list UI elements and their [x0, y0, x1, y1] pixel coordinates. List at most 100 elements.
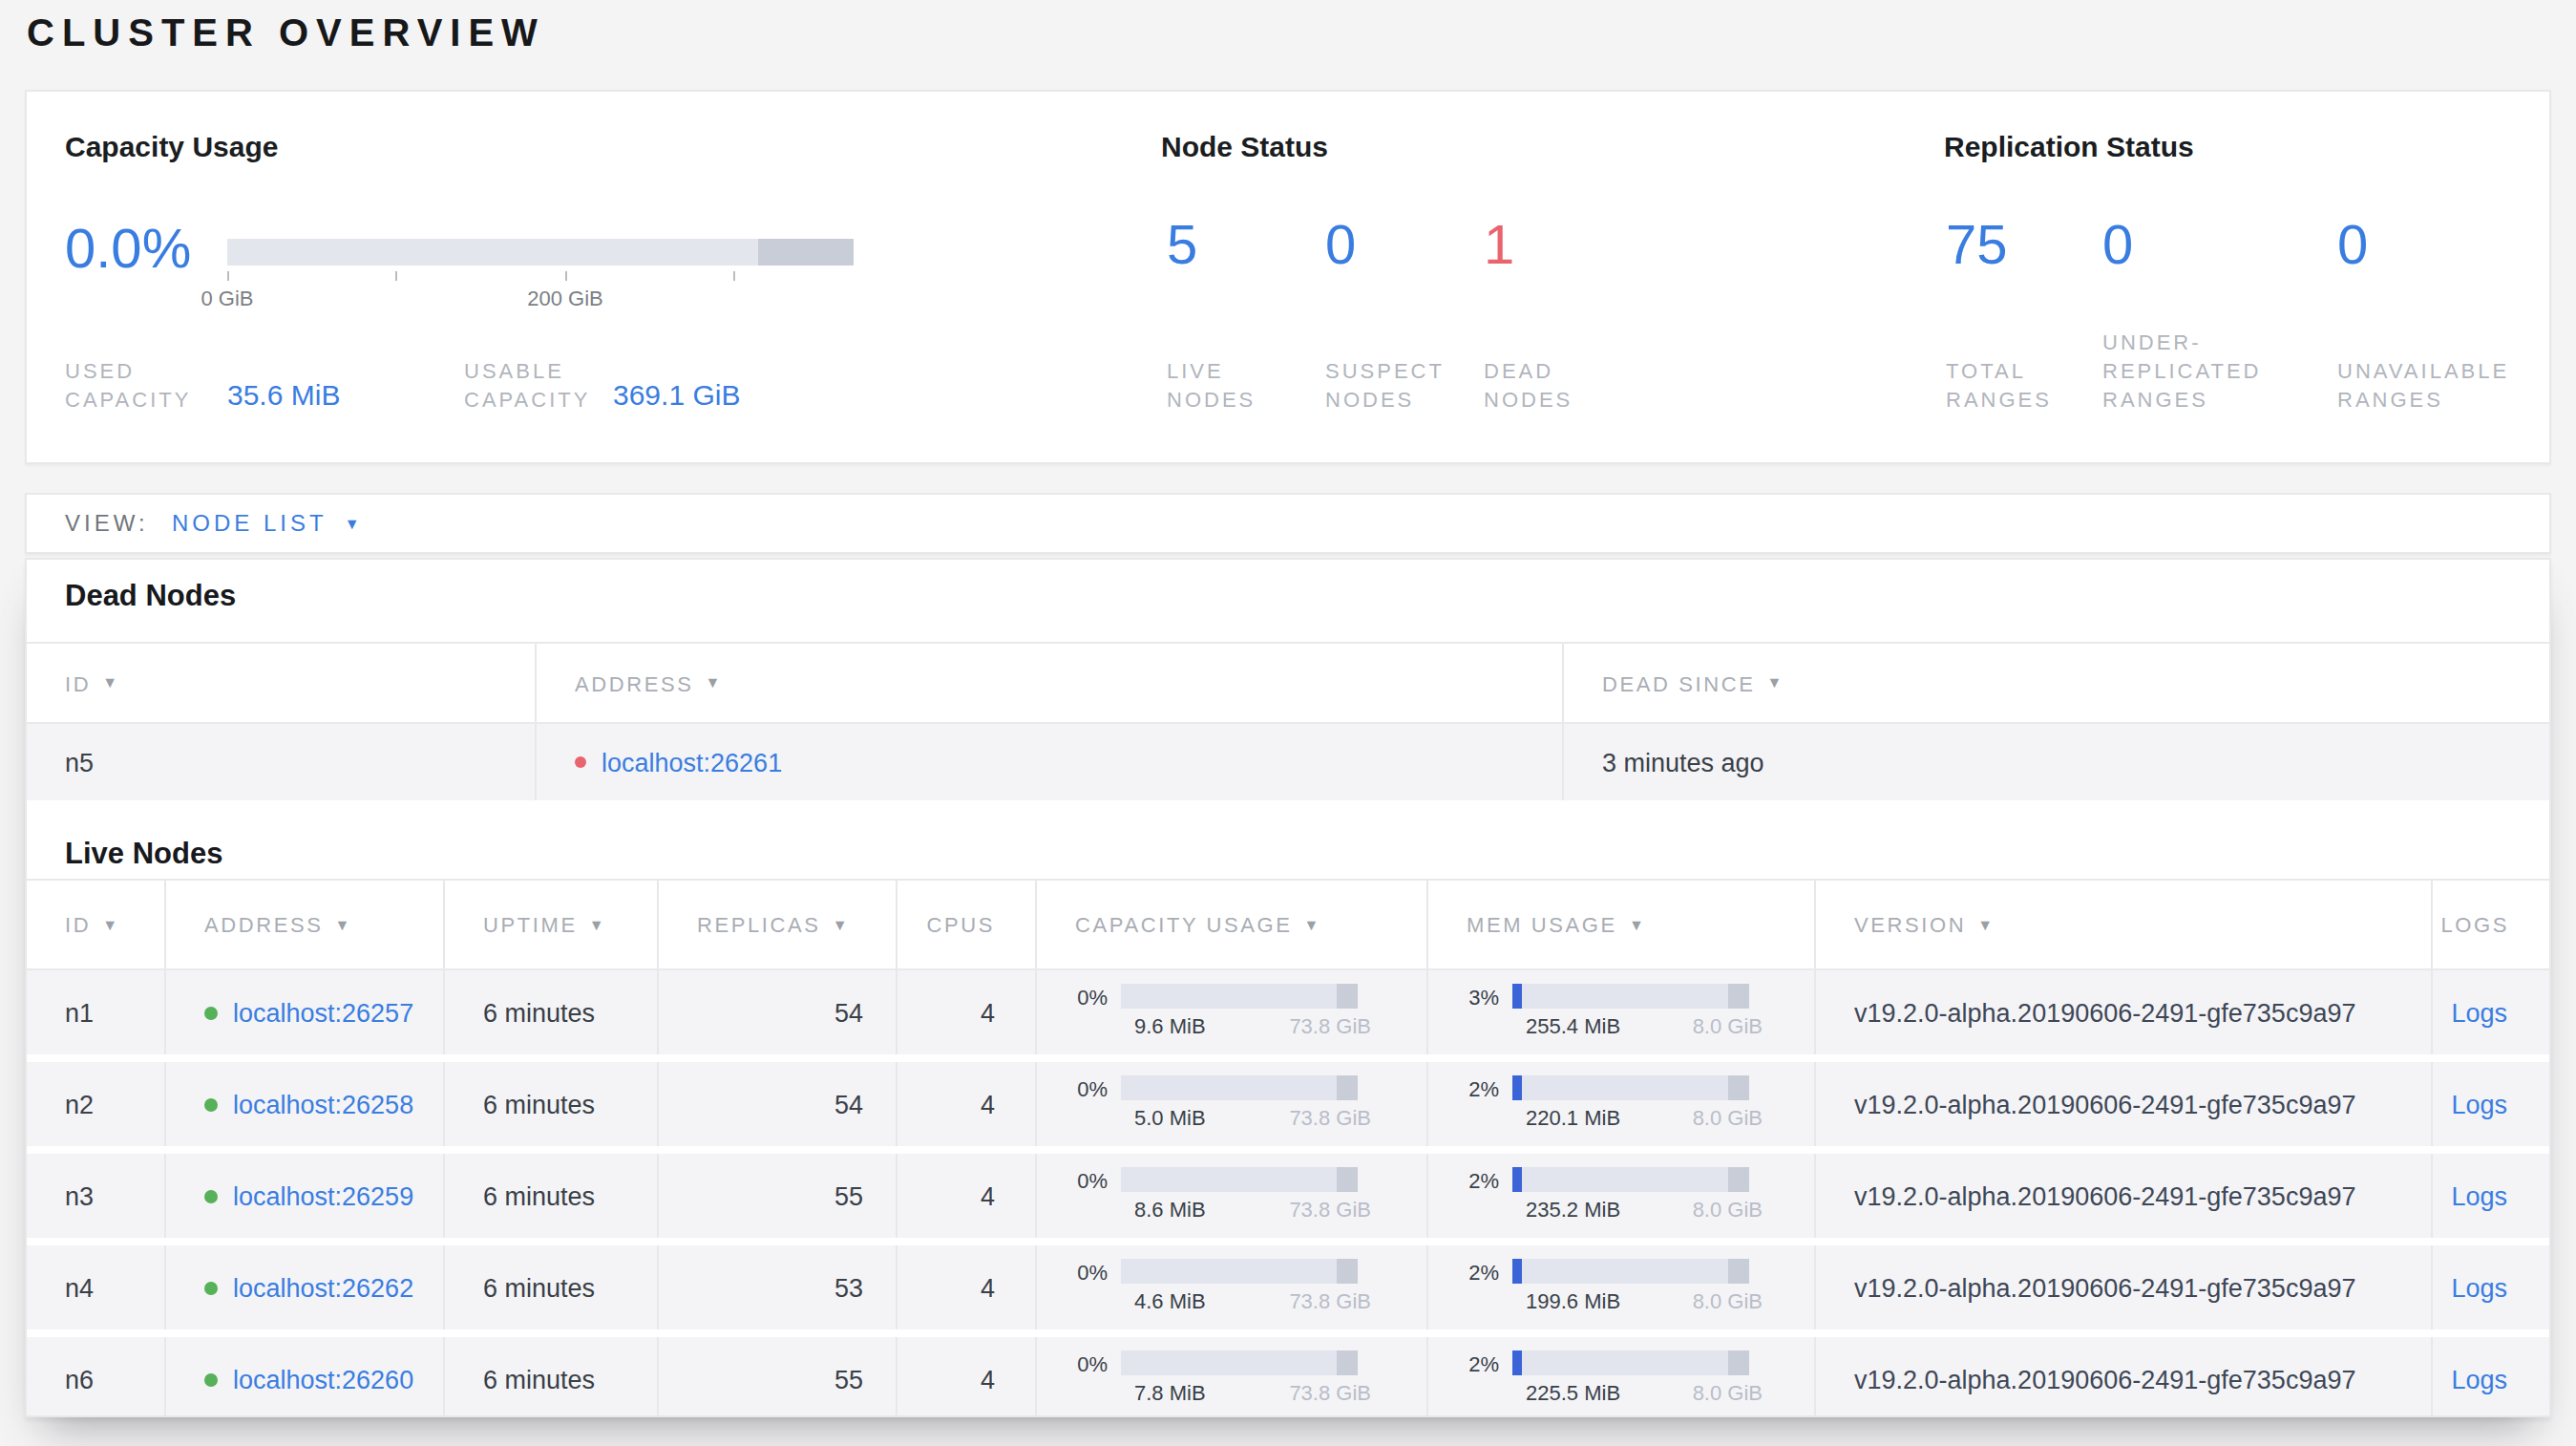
column-header-mem-usage[interactable]: MEM USAGE▼: [1428, 881, 1816, 968]
node-address-link[interactable]: localhost:26257: [233, 998, 413, 1027]
sort-arrow-icon: ▼: [335, 916, 352, 933]
capacity-usage-cell: 0%4.6 MiB73.8 GiB: [1037, 1245, 1428, 1329]
capacity-gauge-reserved: [758, 239, 854, 266]
column-header-dead-since[interactable]: DEAD SINCE ▼: [1564, 644, 2549, 722]
logs-link[interactable]: Logs: [2451, 1365, 2507, 1393]
column-header-uptime[interactable]: UPTIME▼: [445, 881, 659, 968]
column-header-version[interactable]: VERSION▼: [1816, 881, 2433, 968]
mem-bar: [1512, 1259, 1749, 1284]
sort-arrow-icon: ▼: [1629, 916, 1646, 933]
mem-total-label: 8.0 GiB: [1693, 1289, 1763, 1312]
capacity-bar: [1121, 984, 1358, 1009]
mem-total-label: 8.0 GiB: [1693, 1014, 1763, 1037]
cpus-cell: 4: [897, 1154, 1037, 1238]
sort-arrow-icon: ▼: [833, 916, 850, 933]
sort-arrow-icon: ▼: [1767, 674, 1784, 691]
replicas-cell: 54: [659, 1062, 897, 1146]
axis-tick: [565, 271, 567, 281]
logs-cell: Logs: [2433, 970, 2549, 1054]
column-header-label: UPTIME: [483, 913, 578, 936]
mem-used-label: 199.6 MiB: [1526, 1289, 1620, 1312]
live-status-dot-icon: [204, 1281, 218, 1294]
uptime-cell: 6 minutes: [445, 1337, 659, 1417]
node-id-cell: n2: [27, 1062, 166, 1146]
column-header-id[interactable]: ID▼: [27, 881, 166, 968]
capacity-used-label: 8.6 MiB: [1134, 1198, 1206, 1221]
live-node-row: n3localhost:262596 minutes5540%8.6 MiB73…: [27, 1154, 2549, 1238]
mem-bar-reserved: [1728, 1075, 1749, 1100]
mem-usage-cell: 2%235.2 MiB8.0 GiB: [1428, 1154, 1816, 1238]
logs-link[interactable]: Logs: [2451, 1181, 2507, 1210]
logs-link[interactable]: Logs: [2451, 1090, 2507, 1118]
cpus-cell: 4: [897, 1245, 1037, 1329]
live-node-row: n1localhost:262576 minutes5440%9.6 MiB73…: [27, 970, 2549, 1054]
column-header-address[interactable]: ADDRESS▼: [537, 644, 1564, 722]
live-status-dot-icon: [204, 1189, 218, 1202]
dead-nodes-table-header: ID ▼ ADDRESS▼ DEAD SINCE ▼: [27, 642, 2549, 724]
capacity-total-label: 73.8 GiB: [1289, 1106, 1371, 1129]
column-header-label: DEAD SINCE: [1602, 671, 1756, 694]
suspect-nodes-label: SUSPECT NODES: [1325, 357, 1445, 415]
sort-arrow-icon: ▼: [1977, 916, 1995, 933]
logs-cell: Logs: [2433, 1154, 2549, 1238]
capacity-percent-label: 0%: [1037, 1351, 1121, 1374]
column-header-capacity-usage[interactable]: CAPACITY USAGE▼: [1037, 881, 1428, 968]
node-address-link[interactable]: localhost:26259: [233, 1181, 413, 1210]
logs-link[interactable]: Logs: [2451, 998, 2507, 1027]
node-id-cell: n4: [27, 1245, 166, 1329]
sort-arrow-icon: ▼: [102, 674, 119, 691]
node-address-link[interactable]: localhost:26260: [233, 1365, 413, 1393]
chevron-down-icon: ▼: [345, 516, 364, 533]
replicas-cell: 53: [659, 1245, 897, 1329]
logs-cell: Logs: [2433, 1062, 2549, 1146]
mem-meter: 2%220.1 MiB8.0 GiB: [1428, 1075, 1814, 1129]
total-ranges-count: 75: [1946, 214, 2008, 277]
uptime-cell: 6 minutes: [445, 1062, 659, 1146]
axis-tick: [395, 271, 397, 281]
capacity-total-label: 73.8 GiB: [1289, 1198, 1371, 1221]
capacity-meter: 0%5.0 MiB73.8 GiB: [1037, 1075, 1426, 1129]
node-address-link[interactable]: localhost:26261: [602, 748, 782, 776]
node-address-link[interactable]: localhost:26258: [233, 1090, 413, 1118]
node-address-cell: localhost:26259: [166, 1154, 445, 1238]
capacity-total-label: 73.8 GiB: [1289, 1289, 1371, 1312]
mem-bar: [1512, 984, 1749, 1009]
capacity-total-label: 73.8 GiB: [1289, 1014, 1371, 1037]
dead-nodes-table: ID ▼ ADDRESS▼ DEAD SINCE ▼ n5 localhost:26261…: [27, 642, 2549, 808]
cluster-summary-card: Capacity Usage 0.0% 0 GiB 200 GiB USED C…: [25, 90, 2551, 464]
mem-bar-fill: [1512, 1259, 1522, 1284]
logs-link[interactable]: Logs: [2451, 1273, 2507, 1302]
node-address-link[interactable]: localhost:26262: [233, 1273, 413, 1302]
node-address-cell: localhost:26261: [537, 724, 1564, 800]
column-header-logs: LOGS: [2433, 881, 2549, 968]
usable-capacity-label: USABLE CAPACITY: [464, 357, 590, 415]
node-address-cell: localhost:26257: [166, 970, 445, 1054]
mem-bar: [1512, 1075, 1749, 1100]
column-header-address[interactable]: ADDRESS▼: [166, 881, 445, 968]
mem-used-label: 225.5 MiB: [1526, 1381, 1620, 1404]
cluster-overview-page: CLUSTER OVERVIEW Capacity Usage 0.0% 0 G…: [0, 0, 2576, 1446]
capacity-percent-label: 0%: [1037, 1168, 1121, 1191]
cpus-cell: 4: [897, 970, 1037, 1054]
mem-bar: [1512, 1350, 1749, 1375]
mem-total-label: 8.0 GiB: [1693, 1198, 1763, 1221]
capacity-bar: [1121, 1350, 1358, 1375]
node-id-cell: n3: [27, 1154, 166, 1238]
column-header-id[interactable]: ID ▼: [27, 644, 537, 722]
under-replicated-count: 0: [2102, 214, 2133, 277]
version-cell: v19.2.0-alpha.20190606-2491-gfe735c9a97: [1816, 1062, 2433, 1146]
under-replicated-label: UNDER- REPLICATED RANGES: [2102, 329, 2262, 415]
node-id-cell: n5: [27, 724, 537, 800]
live-nodes-table-body: n1localhost:262576 minutes5440%9.6 MiB73…: [27, 970, 2549, 1417]
mem-percent-label: 2%: [1428, 1168, 1512, 1191]
mem-bar-reserved: [1728, 1167, 1749, 1192]
view-dropdown[interactable]: NODE LIST ▼: [172, 495, 364, 556]
column-header-replicas[interactable]: REPLICAS▼: [659, 881, 897, 968]
sort-arrow-icon: ▼: [102, 916, 119, 933]
capacity-usage-title: Capacity Usage: [65, 130, 278, 162]
capacity-usage-cell: 0%5.0 MiB73.8 GiB: [1037, 1062, 1428, 1146]
replicas-cell: 55: [659, 1154, 897, 1238]
capacity-percent-label: 0%: [1037, 1260, 1121, 1283]
view-dropdown-value[interactable]: NODE LIST: [172, 510, 327, 537]
column-header-label: ID: [65, 671, 91, 694]
